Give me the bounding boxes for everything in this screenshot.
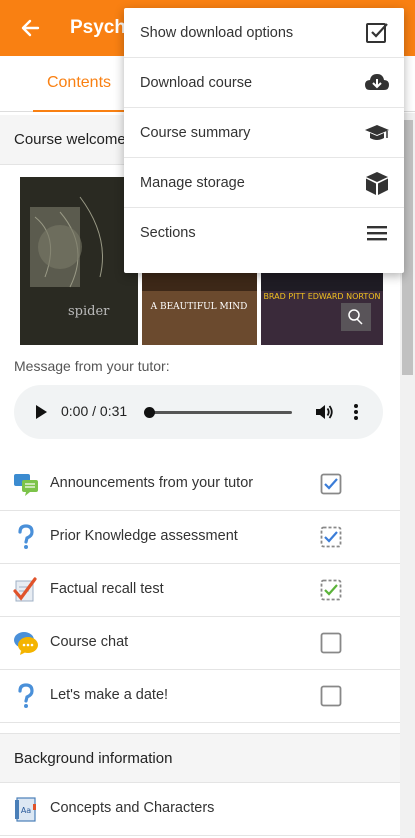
audio-seek-bar[interactable] — [149, 411, 292, 414]
activity-course-chat[interactable]: Course chat — [0, 617, 400, 670]
tab-contents[interactable]: Contents — [33, 56, 125, 112]
message-label: Message from your tutor: — [14, 358, 170, 374]
activity-make-a-date[interactable]: Let's make a date! — [0, 670, 400, 723]
completion-auto-checked[interactable] — [320, 526, 342, 548]
glossary-icon: Aa — [15, 797, 36, 822]
menu-item-download-course[interactable]: Download course — [124, 58, 404, 108]
menu-item-label: Download course — [140, 75, 253, 91]
graduation-cap-icon — [365, 125, 389, 140]
poster-fight-club[interactable]: BRAD PITT EDWARD NORTON — [261, 261, 383, 345]
menu-item-sections[interactable]: Sections — [124, 208, 404, 258]
audio-time: 0:00 / 0:31 — [61, 403, 128, 419]
activity-label: Course chat — [50, 634, 129, 650]
completion-auto-passed[interactable] — [320, 579, 342, 601]
poster-title-a-beautiful-mind: A BEAUTIFUL MIND — [150, 302, 248, 312]
hamburger-menu-icon — [367, 226, 387, 241]
more-options-icon[interactable] — [352, 402, 360, 422]
poster-title-fight-club: BRAD PITT EDWARD NORTON — [263, 292, 380, 301]
menu-item-label: Show download options — [140, 25, 294, 41]
completion-checkbox-unchecked[interactable] — [320, 685, 342, 707]
activity-list: Announcements from your tutor Prior Know… — [0, 458, 400, 723]
forum-icon — [14, 474, 38, 496]
menu-item-manage-storage[interactable]: Manage storage — [124, 158, 404, 208]
activity-label: Let's make a date! — [50, 687, 169, 703]
arrow-left-icon — [21, 19, 40, 37]
activity-prior-knowledge[interactable]: Prior Knowledge assessment — [0, 511, 400, 564]
activity-label: Concepts and Characters — [50, 800, 215, 816]
activity-label: Prior Knowledge assessment — [50, 528, 238, 544]
activity-concepts-characters[interactable]: Aa Concepts and Characters — [0, 783, 400, 836]
section-background-information: Background information Aa Concepts and C… — [0, 733, 400, 836]
menu-item-label: Course summary — [140, 125, 251, 141]
audio-seek-handle[interactable] — [144, 407, 155, 418]
page-title: Psych — [70, 17, 126, 38]
activity-announcements[interactable]: Announcements from your tutor — [0, 458, 400, 511]
activity-factual-recall[interactable]: Factual recall test — [0, 564, 400, 617]
quiz-icon — [13, 577, 37, 602]
question-icon — [18, 683, 34, 708]
menu-item-label: Manage storage — [140, 175, 245, 191]
completion-checkbox-checked[interactable] — [320, 473, 342, 495]
menu-item-course-summary[interactable]: Course summary — [124, 108, 404, 158]
svg-text:Aa: Aa — [21, 806, 31, 815]
play-icon[interactable] — [33, 403, 49, 421]
activity-label: Announcements from your tutor — [50, 475, 254, 491]
cloud-download-icon — [365, 74, 389, 90]
volume-icon[interactable] — [314, 402, 334, 422]
audio-player[interactable]: 0:00 / 0:31 — [14, 385, 383, 439]
question-icon — [18, 524, 34, 549]
options-menu: Show download options Download course Co… — [124, 8, 404, 273]
poster-title-spider: spider — [68, 304, 110, 319]
checkbox-checked-icon — [366, 23, 388, 43]
activity-label: Factual recall test — [50, 581, 164, 597]
poster-a-beautiful-mind[interactable]: A BEAUTIFUL MIND — [142, 261, 257, 345]
completion-checkbox-unchecked[interactable] — [320, 632, 342, 654]
menu-item-show-download-options[interactable]: Show download options — [124, 8, 404, 58]
chat-icon — [14, 632, 38, 655]
poster-spider[interactable]: spider — [20, 177, 138, 345]
back-button[interactable] — [12, 12, 48, 44]
section-title-background[interactable]: Background information — [0, 733, 400, 783]
menu-item-label: Sections — [140, 225, 196, 241]
cube-icon — [366, 172, 388, 195]
